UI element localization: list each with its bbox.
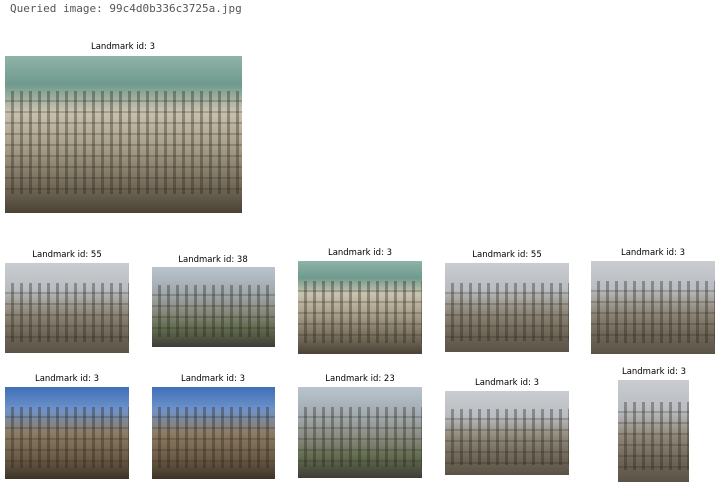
result-image	[298, 387, 422, 478]
result-caption: Landmark id: 23	[325, 374, 395, 384]
result-caption: Landmark id: 38	[178, 255, 248, 265]
result-tile: Landmark id: 55	[4, 250, 130, 354]
result-tile: Landmark id: 38	[150, 253, 276, 349]
query-image	[5, 56, 242, 213]
result-caption: Landmark id: 3	[327, 248, 393, 258]
result-tile: Landmark id: 3	[4, 374, 130, 480]
result-tile: Landmark id: 3	[296, 248, 424, 356]
result-image	[591, 261, 715, 354]
result-tile: Landmark id: 3	[606, 367, 702, 483]
result-image	[445, 391, 569, 475]
result-caption: Landmark id: 55	[472, 250, 542, 260]
result-tile: Landmark id: 3	[150, 374, 276, 480]
result-caption: Landmark id: 3	[474, 378, 540, 388]
result-caption: Landmark id: 55	[32, 250, 102, 260]
result-tile: Landmark id: 55	[444, 250, 570, 354]
result-image	[298, 261, 422, 354]
result-image	[152, 267, 275, 347]
query-caption: Landmark id: 3	[90, 42, 156, 52]
query-tile: Landmark id: 3	[4, 42, 242, 214]
result-tile: Landmark id: 23	[296, 374, 424, 480]
query-label: Queried image: 99c4d0b336c3725a.jpg	[10, 2, 242, 15]
result-caption: Landmark id: 3	[34, 374, 100, 384]
result-image	[5, 387, 129, 479]
result-image	[445, 263, 569, 352]
result-image	[5, 263, 129, 353]
result-image	[618, 380, 689, 482]
result-tile: Landmark id: 3	[590, 248, 716, 356]
result-caption: Landmark id: 3	[620, 248, 686, 258]
result-caption: Landmark id: 3	[621, 367, 687, 377]
result-tile: Landmark id: 3	[444, 378, 570, 476]
result-caption: Landmark id: 3	[180, 374, 246, 384]
result-image	[152, 387, 275, 479]
